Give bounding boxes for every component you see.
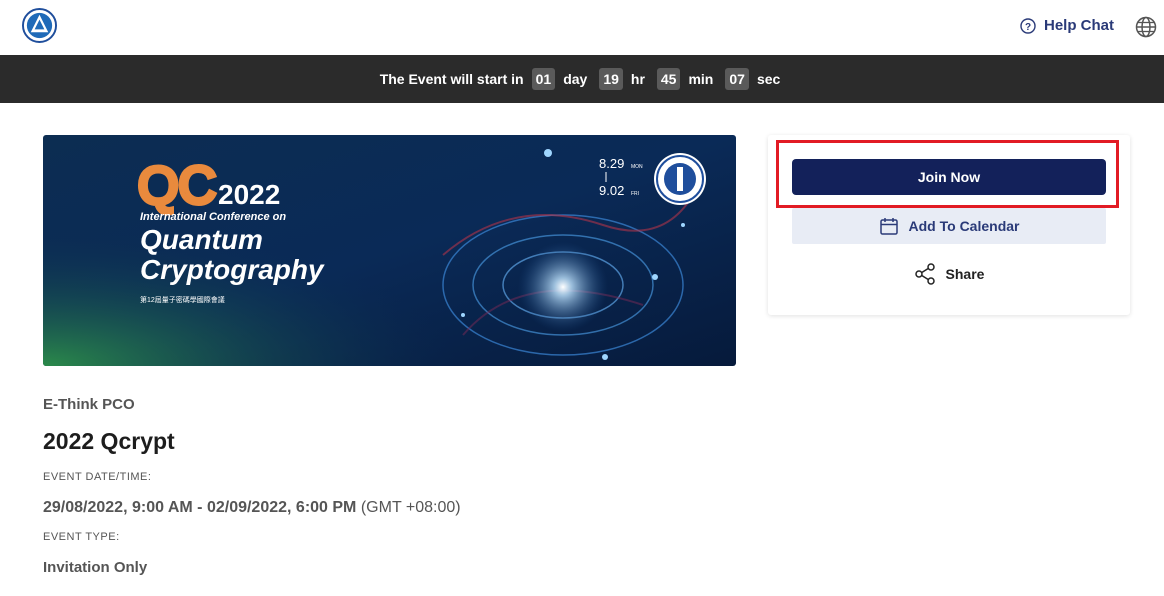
join-highlight-box: [776, 140, 1119, 208]
countdown-days: 01: [531, 68, 556, 90]
share-button[interactable]: Share: [792, 258, 1106, 290]
banner-date-start-day: MON: [631, 164, 643, 170]
event-title: 2022 Qcrypt: [43, 428, 175, 454]
add-to-calendar-button[interactable]: Add To Calendar: [792, 208, 1106, 244]
countdown-seconds: 07: [725, 68, 749, 90]
banner-chinese-subtitle: 第12屆量子密碼學國際會議: [140, 295, 225, 304]
countdown-seconds-unit: sec: [756, 71, 781, 87]
banner-title-line2: Cryptography: [140, 254, 325, 285]
event-date-value: 29/08/2022, 9:00 AM - 02/09/2022, 6:00 P…: [43, 499, 357, 516]
banner-logo-text: QC: [138, 157, 216, 215]
event-date-label: EVENT DATE/TIME:: [43, 471, 152, 483]
help-chat-button[interactable]: ? Help Chat: [1020, 17, 1114, 34]
banner-date-end: 9.02: [599, 183, 624, 198]
event-organizer: E-Think PCO: [43, 396, 135, 413]
help-chat-label: Help Chat: [1043, 17, 1114, 34]
calendar-icon: [879, 218, 898, 235]
organization-logo-icon[interactable]: [22, 8, 57, 43]
question-circle-icon: ?: [1020, 17, 1036, 34]
banner-title-line1: Quantum: [140, 224, 263, 255]
event-date-time: 29/08/2022, 9:00 AM - 02/09/2022, 6:00 P…: [43, 499, 461, 517]
share-label: Share: [945, 266, 985, 282]
svg-text:?: ?: [1025, 22, 1031, 33]
countdown-hours: 19: [599, 68, 623, 90]
countdown-bar: The Event will start in 01 day 19 hr 45 …: [0, 55, 1164, 103]
event-banner: QC 2022 International Conference on Quan…: [43, 135, 736, 366]
countdown-hours-unit: hr: [630, 71, 645, 87]
countdown-minutes-unit: min: [688, 71, 714, 87]
event-timezone: (GMT +08:00): [360, 499, 461, 516]
academia-sinica-seal-icon: [654, 153, 706, 205]
countdown-minutes: 45: [656, 68, 681, 90]
top-bar: ? Help Chat: [0, 0, 1164, 55]
banner-date-end-day: FRI: [631, 191, 639, 197]
countdown-days-unit: day: [563, 71, 588, 87]
share-icon: [914, 263, 935, 285]
banner-date-start: 8.29: [599, 156, 624, 171]
banner-year: 2022: [218, 179, 280, 210]
event-type-label: EVENT TYPE:: [43, 531, 120, 543]
add-to-calendar-label: Add To Calendar: [908, 218, 1020, 234]
banner-subtitle: International Conference on: [140, 211, 286, 223]
countdown-prefix: The Event will start in: [379, 71, 524, 87]
event-type-value: Invitation Only: [43, 559, 148, 576]
globe-icon[interactable]: [1135, 16, 1157, 38]
